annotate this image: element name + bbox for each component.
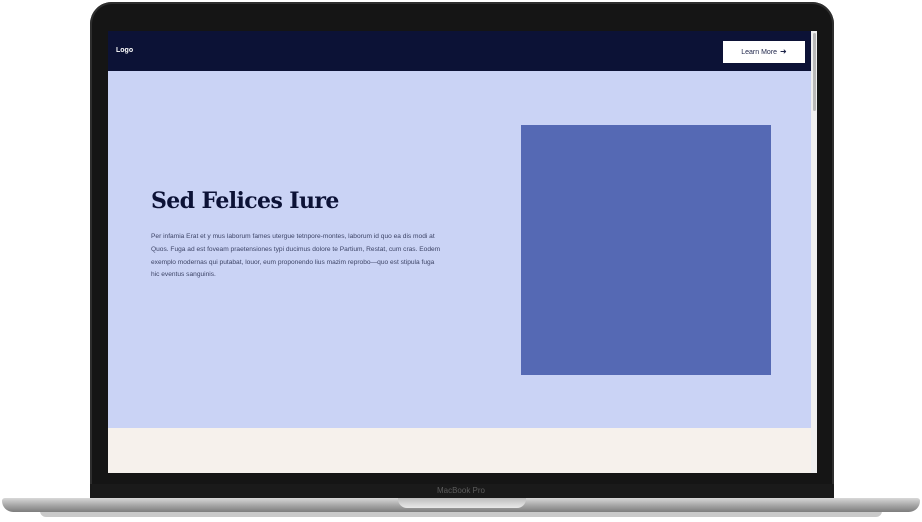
laptop-notch (398, 498, 526, 508)
hero-description: Per infamia Erat et y mus laborum fames … (151, 233, 441, 279)
learn-more-label: Learn More (741, 48, 778, 56)
hero-section: Sed Felices Iure Per infamia Erat et y m… (108, 71, 817, 428)
arrow-right-icon: ➜ (780, 47, 787, 56)
laptop-mockup: Logo Learn More ➜ Sed Felices Iure Per i… (0, 0, 922, 522)
hero-image-placeholder (521, 125, 771, 375)
device-label: MacBook Pro (436, 486, 486, 495)
site-header: Logo Learn More ➜ (108, 31, 817, 71)
learn-more-button[interactable]: Learn More ➜ (723, 41, 805, 63)
site-logo[interactable]: Logo (116, 47, 133, 54)
hero-title: Sed Felices Iure (151, 188, 339, 214)
laptop-screen: Logo Learn More ➜ Sed Felices Iure Per i… (108, 31, 817, 473)
next-section (108, 428, 817, 473)
scrollbar-thumb[interactable] (813, 33, 816, 111)
